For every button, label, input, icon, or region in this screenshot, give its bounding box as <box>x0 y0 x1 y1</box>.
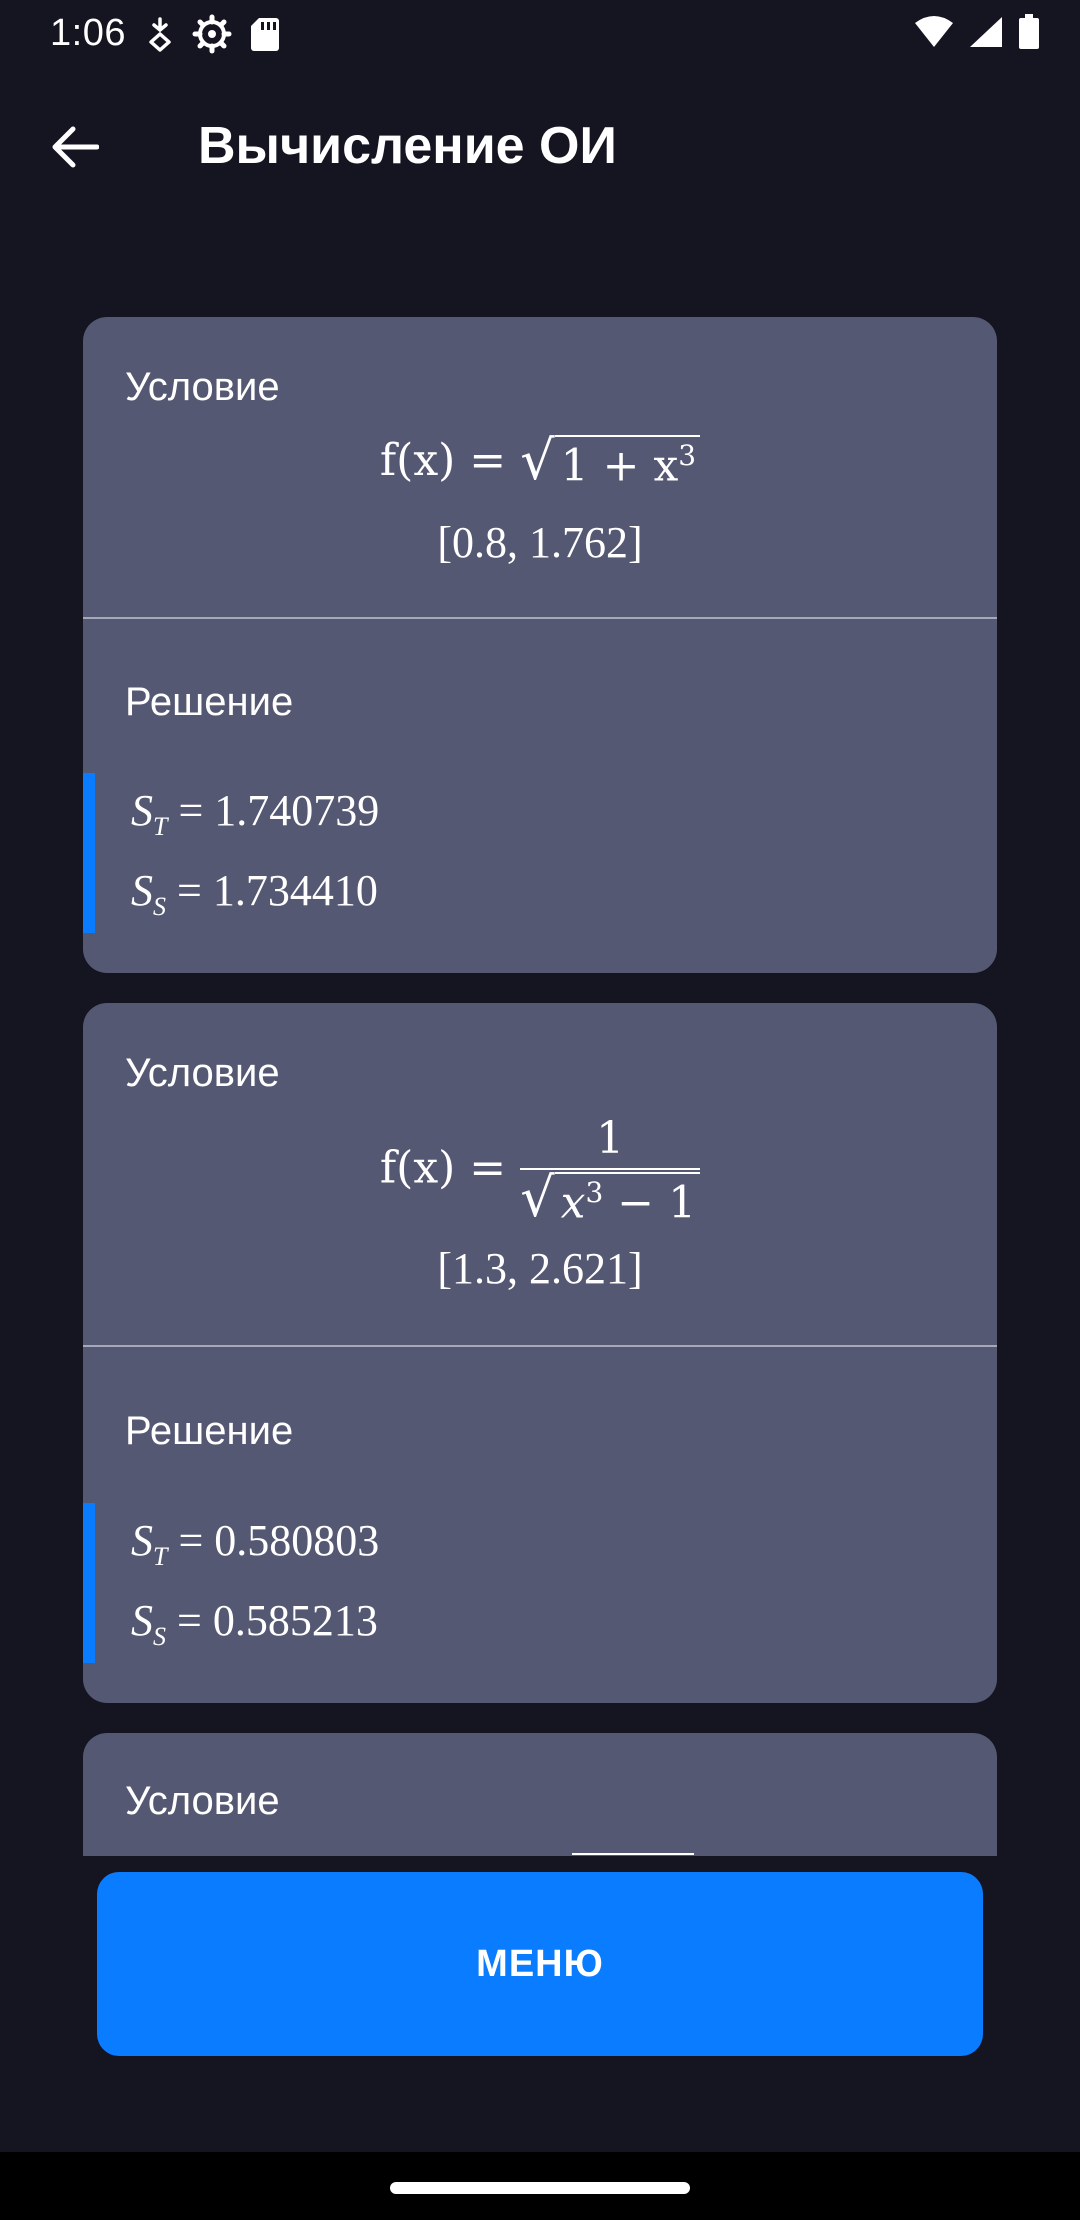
home-indicator[interactable] <box>390 2182 690 2194</box>
square-root: √ x3 − 1 <box>520 1171 701 1229</box>
wifi-icon <box>914 15 954 54</box>
formula-partial <box>572 1853 694 1855</box>
fraction: 1 √ x3 − 1 <box>520 1113 701 1229</box>
condition-label: Условие <box>125 1051 280 1095</box>
trapezoid-result: ST = 0.580803 <box>131 1516 380 1571</box>
status-left-icons <box>146 14 280 59</box>
status-right-icons <box>914 14 1040 55</box>
result-card: Условие f(x) = √ 1 + x3 [0.8, 1.762] Реше… <box>83 317 997 973</box>
solution-accent-bar <box>83 1503 95 1663</box>
divider <box>83 617 997 619</box>
arrow-back-icon <box>51 125 100 174</box>
solution-label: Решение <box>125 1409 294 1453</box>
integration-interval: [0.8, 1.762] <box>437 518 643 567</box>
menu-button[interactable]: МЕНЮ <box>97 1872 983 2056</box>
system-nav-bar <box>0 2152 1080 2220</box>
condition-label: Условие <box>125 1779 280 1823</box>
result-card: Условие <box>83 1733 997 1856</box>
trapezoid-result: ST = 1.740739 <box>131 786 380 841</box>
results-list[interactable]: Условие f(x) = √ 1 + x3 [0.8, 1.762] Реше… <box>0 226 1080 1856</box>
function-formula: f(x) = √ 1 + x3 <box>83 434 997 492</box>
solution-accent-bar <box>83 773 95 933</box>
result-card: Условие f(x) = 1 √ x3 − 1 [1.3, 2.621] Ре… <box>83 1003 997 1703</box>
sd-card-icon <box>250 16 280 57</box>
integration-interval: [1.3, 2.621] <box>437 1244 643 1293</box>
solution-block: ST = 0.580803 SS = 0.585213 <box>83 1503 997 1663</box>
function-formula: f(x) = 1 √ x3 − 1 <box>83 1113 997 1229</box>
app-bar: Вычисление ОИ <box>0 66 1080 226</box>
cell-signal-icon <box>968 15 1004 54</box>
simpson-result: SS = 1.734410 <box>131 866 378 921</box>
square-root: √ 1 + x3 <box>520 434 701 492</box>
settings-gear-icon <box>192 14 232 59</box>
status-time: 1:06 <box>50 12 126 54</box>
simpson-result: SS = 0.585213 <box>131 1596 378 1651</box>
solution-block: ST = 1.740739 SS = 1.734410 <box>83 773 997 933</box>
data-saver-icon <box>146 16 174 57</box>
page-title: Вычисление ОИ <box>198 117 617 175</box>
status-bar: 1:06 <box>0 0 1080 66</box>
solution-label: Решение <box>125 680 294 724</box>
divider <box>83 1345 997 1347</box>
condition-label: Условие <box>125 365 280 409</box>
battery-icon <box>1018 14 1040 55</box>
back-button[interactable] <box>38 112 112 186</box>
